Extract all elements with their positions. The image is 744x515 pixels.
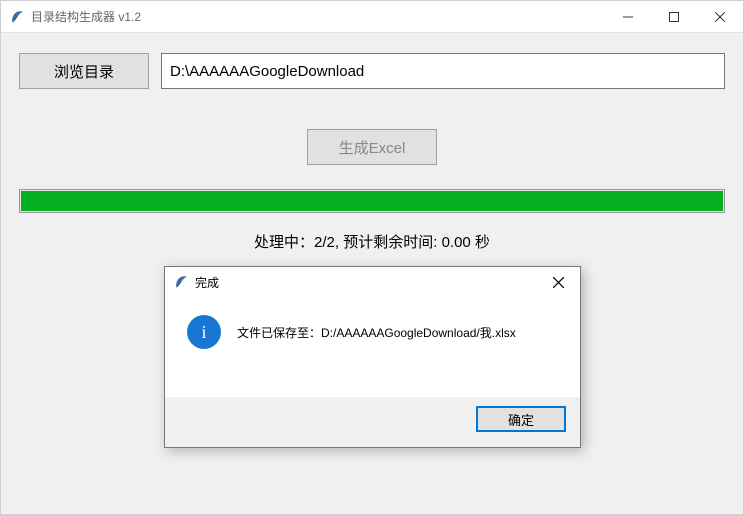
dialog-message: 文件已保存至：D:/AAAAAAGoogleDownload/我.xlsx	[237, 324, 516, 341]
dialog-close-button[interactable]	[536, 267, 580, 297]
generate-row: 生成Excel	[19, 129, 725, 165]
dialog-body: i 文件已保存至：D:/AAAAAAGoogleDownload/我.xlsx	[165, 297, 580, 359]
progress-bar	[19, 189, 725, 213]
dialog-icon	[173, 274, 189, 290]
path-row: 浏览目录	[19, 53, 725, 89]
minimize-button[interactable]	[605, 1, 651, 33]
window-title: 目录结构生成器 v1.2	[31, 8, 605, 25]
ok-button[interactable]: 确定	[476, 406, 566, 432]
close-button[interactable]	[697, 1, 743, 33]
dialog-titlebar: 完成	[165, 267, 580, 297]
path-input[interactable]	[161, 53, 725, 89]
generate-button[interactable]: 生成Excel	[307, 129, 437, 165]
ok-label: 确定	[508, 410, 534, 429]
window-controls	[605, 1, 743, 33]
progress-fill	[21, 191, 723, 211]
titlebar: 目录结构生成器 v1.2	[1, 1, 743, 33]
main-window: 目录结构生成器 v1.2 浏览目录 生成Excel	[0, 0, 744, 515]
generate-label: 生成Excel	[339, 137, 406, 158]
status-text: 处理中：2/2, 预计剩余时间: 0.00 秒	[19, 231, 725, 252]
maximize-button[interactable]	[651, 1, 697, 33]
dialog-footer: 确定	[165, 397, 580, 447]
browse-label: 浏览目录	[54, 61, 114, 82]
dialog-title: 完成	[195, 274, 536, 291]
completion-dialog: 完成 i 文件已保存至：D:/AAAAAAGoogleDownload/我.xl…	[164, 266, 581, 448]
app-icon	[9, 9, 25, 25]
content-area: 浏览目录 生成Excel 处理中：2/2, 预计剩余时间: 0.00 秒	[1, 33, 743, 272]
browse-button[interactable]: 浏览目录	[19, 53, 149, 89]
info-icon: i	[187, 315, 221, 349]
